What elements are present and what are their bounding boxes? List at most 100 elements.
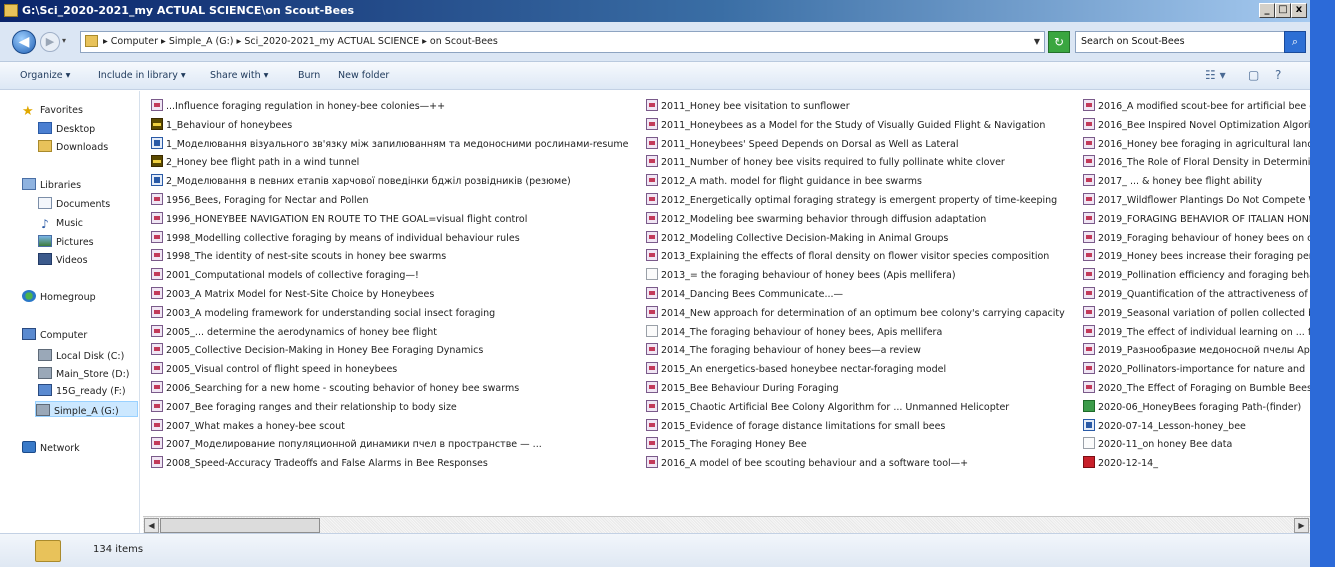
file-item[interactable]: 2016_Bee Inspired Novel Optimization Alg… (1083, 117, 1310, 134)
explorer-window: G:\Sci_2020-2021_my ACTUAL SCIENCE\on Sc… (0, 0, 1310, 567)
search-input[interactable]: Search on Scout-Bees (1075, 31, 1285, 53)
file-item[interactable]: 2003_A modeling framework for understand… (151, 305, 495, 322)
nav-homegroup[interactable]: Homegroup (22, 290, 160, 306)
file-name: 2014_Dancing Bees Communicate...— (661, 289, 844, 300)
file-item[interactable]: 2007_Bee foraging ranges and their relat… (151, 399, 457, 416)
file-item[interactable]: 2016_A modified scout-bee for artificial… (1083, 99, 1310, 115)
file-item[interactable]: 2015_An energetics-based honeybee nectar… (646, 362, 946, 378)
file-name: 2016_Honey bee foraging in agricultural … (1098, 138, 1310, 150)
file-item[interactable]: 2020-06_HoneyBees foraging Path-(finder) (1083, 399, 1301, 416)
file-item[interactable]: 2011_Honey bee visitation to sunflower (646, 99, 850, 115)
file-item[interactable]: 2015_Bee Behaviour During Foraging (646, 381, 839, 397)
file-item[interactable]: 2020-12-14_ (1083, 456, 1158, 472)
file-name: 2016_A modified scout-bee for artificial… (1098, 101, 1310, 112)
file-item[interactable]: 2016_A model of bee scouting behaviour a… (646, 456, 968, 472)
file-item[interactable]: 2_Моделювання в певних етапів харчової п… (151, 174, 571, 190)
help-icon[interactable]: ? (1275, 68, 1281, 82)
file-item[interactable]: 2006_Searching for a new home - scouting… (151, 381, 519, 397)
file-item[interactable]: 2012_A math. model for flight guidance i… (646, 174, 922, 190)
share-with-button[interactable]: Share with ▾ (210, 70, 268, 81)
file-item[interactable]: 2005_Visual control of flight speed in h… (151, 362, 397, 378)
file-item[interactable]: 2019_Honey bees increase their foraging … (1083, 249, 1310, 265)
file-name: 2017_Wildflower Plantings Do Not Compete… (1098, 195, 1310, 206)
address-dropdown-chevron-icon[interactable]: ▼ (1030, 31, 1044, 53)
img-file-icon (1083, 399, 1095, 412)
horizontal-scrollbar[interactable]: ◀ ▶ (143, 516, 1310, 533)
nav-simple-a[interactable]: Simple_A (G:) (35, 401, 138, 417)
file-item[interactable]: 2019_The effect of individual learning o… (1083, 324, 1310, 341)
file-item[interactable]: 2016_The Role of Floral Density in Deter… (1083, 155, 1310, 171)
back-arrow-icon[interactable]: ◀ (12, 30, 36, 54)
forward-arrow-icon[interactable]: ▶ (40, 32, 60, 52)
file-item[interactable]: 2020_The Effect of Foraging on Bumble Be… (1083, 381, 1310, 397)
pdf-file-icon (646, 117, 658, 130)
file-item[interactable]: 2019_Pollination efficiency and foraging… (1083, 268, 1310, 284)
file-item[interactable]: 1_Моделювання візуального зв'язку між за… (151, 136, 628, 153)
file-item[interactable]: 1_Behaviour of honeybees (151, 117, 292, 134)
file-item[interactable]: 2020-07-14_Lesson-honey_bee (1083, 418, 1246, 435)
file-item[interactable]: 2001_Computational models of collective … (151, 268, 419, 284)
file-item[interactable]: 1998_The identity of nest-site scouts in… (151, 249, 446, 265)
file-name: 2007_Bee foraging ranges and their relat… (166, 401, 457, 413)
file-item[interactable]: 2014_Dancing Bees Communicate...— (646, 287, 843, 303)
file-item[interactable]: 2019_Seasonal variation of pollen collec… (1083, 305, 1310, 322)
file-item[interactable]: 2012_Modeling bee swarming behavior thro… (646, 211, 986, 228)
minimize-button[interactable]: _ (1259, 3, 1275, 18)
nav-computer[interactable]: Computer (22, 328, 160, 344)
file-item[interactable]: 2005_... determine the aerodynamics of h… (151, 324, 437, 341)
file-item[interactable]: 2016_Honey bee foraging in agricultural … (1083, 136, 1310, 153)
file-item[interactable]: 2008_Speed-Accuracy Tradeoffs and False … (151, 456, 488, 472)
scroll-thumb[interactable] (160, 518, 320, 533)
file-item[interactable]: 2019_Разнообразие медоносной пчелы Apis (1083, 343, 1310, 359)
view-options-icon[interactable]: ☷ ▾ (1205, 68, 1226, 82)
file-item[interactable]: 2007_What makes a honey-bee scout (151, 418, 345, 435)
file-item[interactable]: 2012_Energetically optimal foraging stra… (646, 193, 1057, 209)
file-item[interactable]: 2017_Wildflower Plantings Do Not Compete… (1083, 193, 1310, 209)
maximize-button[interactable]: □ (1275, 3, 1291, 18)
file-item[interactable]: 2019_Foraging behaviour of honey bees on… (1083, 230, 1310, 247)
file-item[interactable]: 2011_Honeybees as a Model for the Study … (646, 117, 1045, 134)
file-item[interactable]: 1956_Bees, Foraging for Nectar and Polle… (151, 193, 369, 209)
preview-pane-icon[interactable]: ▢ (1248, 68, 1259, 82)
file-item[interactable]: 2020_Pollinators-importance for nature a… (1083, 362, 1305, 378)
file-item[interactable]: 2015_Chaotic Artificial Bee Colony Algor… (646, 399, 1009, 416)
file-item[interactable]: 1998_Modelling collective foraging by me… (151, 230, 520, 247)
file-item[interactable]: 2005_Collective Decision-Making in Honey… (151, 343, 483, 359)
file-item[interactable]: 2011_Honeybees' Speed Depends on Dorsal … (646, 136, 958, 153)
file-item[interactable]: ...Influence foraging regulation in hone… (151, 99, 445, 115)
file-item[interactable]: 2013_Explaining the effects of floral de… (646, 249, 1049, 265)
file-item[interactable]: 2017_ ... & honey bee flight ability (1083, 174, 1262, 190)
file-item[interactable]: 2007_Моделирование популяционной динамик… (151, 437, 542, 453)
nav-libraries[interactable]: Libraries (22, 178, 160, 194)
file-item[interactable]: 2011_Number of honey bee visits required… (646, 155, 1005, 171)
file-item[interactable]: 2015_Evidence of forage distance limitat… (646, 418, 945, 435)
new-folder-button[interactable]: New folder (338, 70, 389, 81)
recent-pages-chevron-icon[interactable]: ▾ (62, 36, 66, 45)
burn-button[interactable]: Burn (298, 70, 320, 81)
scroll-left-arrow-icon[interactable]: ◀ (144, 518, 159, 533)
title-bar[interactable]: G:\Sci_2020-2021_my ACTUAL SCIENCE\on Sc… (0, 0, 1310, 22)
file-item[interactable]: 2003_A Matrix Model for Nest-Site Choice… (151, 287, 434, 303)
scroll-right-arrow-icon[interactable]: ▶ (1294, 518, 1309, 533)
organize-button[interactable]: Organize ▾ (20, 70, 70, 81)
nav-network[interactable]: Network (22, 441, 160, 457)
file-item[interactable]: 2013_= the foraging behaviour of honey b… (646, 268, 956, 284)
include-in-library-button[interactable]: Include in library ▾ (98, 70, 186, 81)
file-item[interactable]: 2020-11_on honey Bee data (1083, 437, 1232, 453)
file-item[interactable]: 2014_The foraging behaviour of honey bee… (646, 324, 942, 341)
file-item[interactable]: 2_Honey bee flight path in a wind tunnel (151, 155, 359, 171)
file-item[interactable]: 2014_The foraging behaviour of honey bee… (646, 343, 921, 359)
nav-favorites[interactable]: ★ Favorites (22, 103, 160, 119)
file-item[interactable]: 2019_FORAGING BEHAVIOR OF ITALIAN HONEY (1083, 211, 1310, 228)
file-item[interactable]: 2019_Quantification of the attractivenes… (1083, 287, 1308, 303)
file-item[interactable]: 2012_Modeling Collective Decision-Making… (646, 230, 948, 247)
search-icon[interactable]: ⌕ (1284, 31, 1306, 53)
file-item[interactable]: 2015_The Foraging Honey Bee (646, 437, 807, 453)
refresh-icon[interactable]: ↻ (1048, 31, 1070, 53)
close-button[interactable]: x (1291, 3, 1307, 18)
file-item[interactable]: 2014_New approach for determination of a… (646, 305, 1065, 322)
file-item[interactable]: 1996_HONEYBEE NAVIGATION EN ROUTE TO THE… (151, 211, 527, 228)
file-name: 2016_Bee Inspired Novel Optimization Alg… (1098, 119, 1310, 131)
pdf-file-icon (1083, 381, 1095, 393)
address-path[interactable]: ▸ Computer ▸ Simple_A (G:) ▸ Sci_2020-20… (80, 31, 1045, 53)
